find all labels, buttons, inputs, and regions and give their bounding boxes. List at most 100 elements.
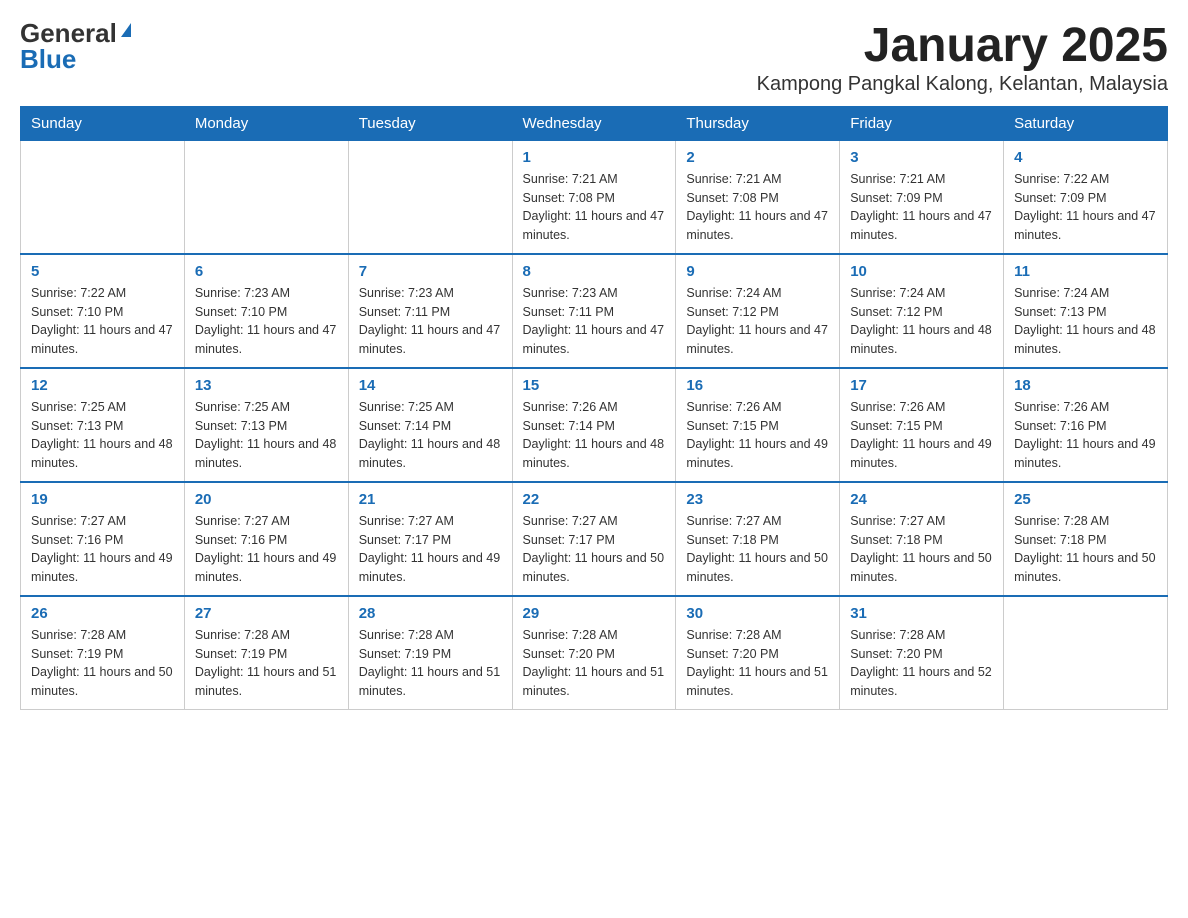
calendar-day: 22 Sunrise: 7:27 AMSunset: 7:17 PMDayligh… — [512, 482, 676, 596]
day-number: 1 — [523, 149, 666, 166]
day-info: Sunrise: 7:28 AMSunset: 7:20 PMDaylight:… — [523, 626, 666, 701]
week-row-1: 1 Sunrise: 7:21 AMSunset: 7:08 PMDaylight… — [21, 140, 1168, 254]
day-info: Sunrise: 7:27 AMSunset: 7:17 PMDaylight:… — [359, 512, 502, 587]
calendar-day: 12 Sunrise: 7:25 AMSunset: 7:13 PMDayligh… — [21, 368, 185, 482]
day-info: Sunrise: 7:26 AMSunset: 7:15 PMDaylight:… — [686, 398, 829, 473]
day-info: Sunrise: 7:21 AMSunset: 7:09 PMDaylight:… — [850, 170, 993, 245]
calendar-day: 9 Sunrise: 7:24 AMSunset: 7:12 PMDaylight… — [676, 254, 840, 368]
day-number: 11 — [1014, 263, 1157, 280]
day-info: Sunrise: 7:23 AMSunset: 7:11 PMDaylight:… — [359, 284, 502, 359]
calendar-day: 3 Sunrise: 7:21 AMSunset: 7:09 PMDaylight… — [840, 140, 1004, 254]
day-info: Sunrise: 7:25 AMSunset: 7:13 PMDaylight:… — [31, 398, 174, 473]
day-info: Sunrise: 7:22 AMSunset: 7:09 PMDaylight:… — [1014, 170, 1157, 245]
calendar-day: 21 Sunrise: 7:27 AMSunset: 7:17 PMDayligh… — [348, 482, 512, 596]
day-number: 28 — [359, 605, 502, 622]
calendar-day: 1 Sunrise: 7:21 AMSunset: 7:08 PMDaylight… — [512, 140, 676, 254]
day-header-sunday: Sunday — [21, 106, 185, 140]
calendar-day — [21, 140, 185, 254]
calendar-day: 6 Sunrise: 7:23 AMSunset: 7:10 PMDaylight… — [184, 254, 348, 368]
day-number: 18 — [1014, 377, 1157, 394]
calendar-day: 14 Sunrise: 7:25 AMSunset: 7:14 PMDayligh… — [348, 368, 512, 482]
day-number: 25 — [1014, 491, 1157, 508]
day-info: Sunrise: 7:21 AMSunset: 7:08 PMDaylight:… — [686, 170, 829, 245]
day-number: 19 — [31, 491, 174, 508]
calendar-day: 5 Sunrise: 7:22 AMSunset: 7:10 PMDaylight… — [21, 254, 185, 368]
calendar-day: 2Sunrise: 7:21 AMSunset: 7:08 PMDaylight… — [676, 140, 840, 254]
day-header-friday: Friday — [840, 106, 1004, 140]
day-info: Sunrise: 7:26 AMSunset: 7:15 PMDaylight:… — [850, 398, 993, 473]
day-header-wednesday: Wednesday — [512, 106, 676, 140]
calendar-day: 29Sunrise: 7:28 AMSunset: 7:20 PMDayligh… — [512, 596, 676, 710]
day-number: 22 — [523, 491, 666, 508]
day-info: Sunrise: 7:27 AMSunset: 7:16 PMDaylight:… — [195, 512, 338, 587]
day-info: Sunrise: 7:28 AMSunset: 7:19 PMDaylight:… — [359, 626, 502, 701]
day-header-tuesday: Tuesday — [348, 106, 512, 140]
day-number: 3 — [850, 149, 993, 166]
day-info: Sunrise: 7:21 AMSunset: 7:08 PMDaylight:… — [523, 170, 666, 245]
calendar-day: 13 Sunrise: 7:25 AMSunset: 7:13 PMDayligh… — [184, 368, 348, 482]
day-info: Sunrise: 7:25 AMSunset: 7:13 PMDaylight:… — [195, 398, 338, 473]
calendar-day: 30 Sunrise: 7:28 AMSunset: 7:20 PMDayligh… — [676, 596, 840, 710]
day-number: 21 — [359, 491, 502, 508]
calendar-day: 18 Sunrise: 7:26 AMSunset: 7:16 PMDayligh… — [1004, 368, 1168, 482]
day-number: 7 — [359, 263, 502, 280]
day-header-monday: Monday — [184, 106, 348, 140]
day-info: Sunrise: 7:24 AMSunset: 7:12 PMDaylight:… — [686, 284, 829, 359]
calendar-day: 7 Sunrise: 7:23 AMSunset: 7:11 PMDaylight… — [348, 254, 512, 368]
day-number: 15 — [523, 377, 666, 394]
day-info: Sunrise: 7:24 AMSunset: 7:12 PMDaylight:… — [850, 284, 993, 359]
header: General Blue January 2025 Kampong Pangka… — [20, 20, 1168, 96]
calendar-day: 4Sunrise: 7:22 AMSunset: 7:09 PMDaylight… — [1004, 140, 1168, 254]
calendar-day: 28 Sunrise: 7:28 AMSunset: 7:19 PMDayligh… — [348, 596, 512, 710]
day-number: 17 — [850, 377, 993, 394]
day-info: Sunrise: 7:25 AMSunset: 7:14 PMDaylight:… — [359, 398, 502, 473]
week-row-2: 5 Sunrise: 7:22 AMSunset: 7:10 PMDaylight… — [21, 254, 1168, 368]
calendar-day — [348, 140, 512, 254]
day-info: Sunrise: 7:28 AMSunset: 7:20 PMDaylight:… — [686, 626, 829, 701]
day-number: 26 — [31, 605, 174, 622]
logo-general-text: General — [20, 20, 117, 46]
day-header-thursday: Thursday — [676, 106, 840, 140]
calendar-day: 31Sunrise: 7:28 AMSunset: 7:20 PMDayligh… — [840, 596, 1004, 710]
day-number: 20 — [195, 491, 338, 508]
calendar-day: 23 Sunrise: 7:27 AMSunset: 7:18 PMDayligh… — [676, 482, 840, 596]
day-info: Sunrise: 7:22 AMSunset: 7:10 PMDaylight:… — [31, 284, 174, 359]
day-number: 10 — [850, 263, 993, 280]
day-number: 6 — [195, 263, 338, 280]
day-number: 5 — [31, 263, 174, 280]
week-row-4: 19 Sunrise: 7:27 AMSunset: 7:16 PMDayligh… — [21, 482, 1168, 596]
day-info: Sunrise: 7:26 AMSunset: 7:14 PMDaylight:… — [523, 398, 666, 473]
calendar-day — [1004, 596, 1168, 710]
day-info: Sunrise: 7:27 AMSunset: 7:18 PMDaylight:… — [850, 512, 993, 587]
day-headers-row: SundayMondayTuesdayWednesdayThursdayFrid… — [21, 106, 1168, 140]
day-number: 23 — [686, 491, 829, 508]
day-number: 14 — [359, 377, 502, 394]
calendar-day: 19Sunrise: 7:27 AMSunset: 7:16 PMDayligh… — [21, 482, 185, 596]
calendar-day: 16Sunrise: 7:26 AMSunset: 7:15 PMDayligh… — [676, 368, 840, 482]
week-row-5: 26 Sunrise: 7:28 AMSunset: 7:19 PMDayligh… — [21, 596, 1168, 710]
day-number: 12 — [31, 377, 174, 394]
day-info: Sunrise: 7:26 AMSunset: 7:16 PMDaylight:… — [1014, 398, 1157, 473]
day-info: Sunrise: 7:24 AMSunset: 7:13 PMDaylight:… — [1014, 284, 1157, 359]
week-row-3: 12 Sunrise: 7:25 AMSunset: 7:13 PMDayligh… — [21, 368, 1168, 482]
day-number: 30 — [686, 605, 829, 622]
day-header-saturday: Saturday — [1004, 106, 1168, 140]
day-info: Sunrise: 7:27 AMSunset: 7:18 PMDaylight:… — [686, 512, 829, 587]
calendar-day: 11 Sunrise: 7:24 AMSunset: 7:13 PMDayligh… — [1004, 254, 1168, 368]
calendar-table: SundayMondayTuesdayWednesdayThursdayFrid… — [20, 106, 1168, 710]
day-number: 27 — [195, 605, 338, 622]
month-title: January 2025 — [757, 20, 1168, 73]
day-number: 24 — [850, 491, 993, 508]
day-number: 13 — [195, 377, 338, 394]
calendar-day: 26Sunrise: 7:28 AMSunset: 7:19 PMDayligh… — [21, 596, 185, 710]
logo: General Blue — [20, 20, 131, 72]
calendar-day: 27Sunrise: 7:28 AMSunset: 7:19 PMDayligh… — [184, 596, 348, 710]
calendar-day — [184, 140, 348, 254]
calendar-day: 15 Sunrise: 7:26 AMSunset: 7:14 PMDayligh… — [512, 368, 676, 482]
calendar-day: 20 Sunrise: 7:27 AMSunset: 7:16 PMDayligh… — [184, 482, 348, 596]
day-number: 9 — [686, 263, 829, 280]
day-info: Sunrise: 7:27 AMSunset: 7:17 PMDaylight:… — [523, 512, 666, 587]
calendar-day: 10 Sunrise: 7:24 AMSunset: 7:12 PMDayligh… — [840, 254, 1004, 368]
day-info: Sunrise: 7:23 AMSunset: 7:10 PMDaylight:… — [195, 284, 338, 359]
logo-blue-text: Blue — [20, 46, 76, 72]
